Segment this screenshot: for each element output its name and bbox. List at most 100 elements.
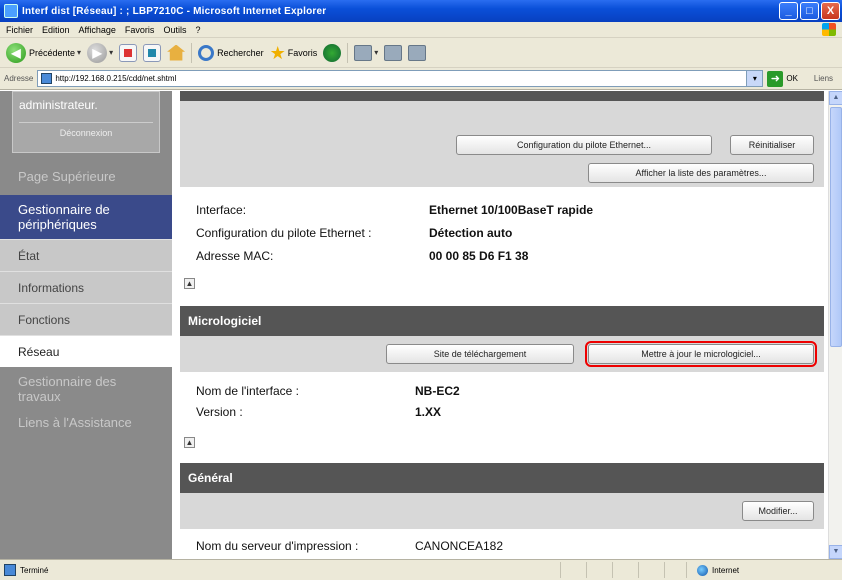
- mac-address-label: Adresse MAC:: [196, 249, 274, 263]
- up-arrow-icon[interactable]: ▲: [184, 278, 195, 289]
- menu-file[interactable]: Fichier: [6, 25, 33, 35]
- page-content: administrateur. Déconnexion Page Supérie…: [0, 91, 828, 559]
- mail-icon: [354, 44, 373, 61]
- update-firmware-button[interactable]: Mettre à jour le micrologiciel...: [585, 341, 817, 367]
- favorites-label: Favoris: [287, 47, 318, 58]
- menu-edit[interactable]: Edition: [42, 25, 70, 35]
- sidebar-item-network[interactable]: Réseau: [0, 335, 172, 367]
- back-dropdown-icon[interactable]: ▾: [77, 48, 81, 57]
- sidebar-item-top-page[interactable]: Page Supérieure: [0, 157, 172, 195]
- zone-label: Internet: [712, 565, 740, 575]
- admin-box: administrateur. Déconnexion: [12, 91, 160, 153]
- vertical-scrollbar[interactable]: ▲ ▼: [828, 91, 842, 559]
- windows-logo-icon: [822, 23, 836, 36]
- download-site-button[interactable]: Site de téléchargement: [386, 344, 574, 364]
- forward-dropdown-icon[interactable]: ▾: [109, 48, 113, 57]
- address-input[interactable]: http://192.168.0.215/cdd/net.shtml ▾: [37, 70, 764, 87]
- title-bar: Interf dist [Réseau] : ; LBP7210C - Micr…: [0, 0, 842, 22]
- status-text: Terminé: [20, 565, 49, 575]
- status-cell: [560, 562, 586, 578]
- favorites-icon: ★: [269, 42, 286, 63]
- back-button[interactable]: ◀ Précédente ▾: [6, 42, 81, 63]
- back-label: Précédente: [29, 47, 76, 58]
- status-cell: [664, 562, 686, 578]
- interface-value: Ethernet 10/100BaseT rapide: [429, 203, 594, 217]
- forward-button[interactable]: ▶ ▾: [87, 42, 113, 63]
- interface-name-value: NB-EC2: [415, 384, 460, 398]
- main-panel: Interface de réseau Configuration du pil…: [172, 91, 828, 559]
- history-button[interactable]: [323, 43, 342, 62]
- globe-icon: [697, 564, 708, 576]
- status-cell: [638, 562, 664, 578]
- mac-address-value: 00 00 85 D6 F1 38: [429, 249, 529, 263]
- scroll-thumb[interactable]: [830, 107, 842, 347]
- edit-general-button[interactable]: Modifier...: [742, 501, 814, 521]
- reset-button[interactable]: Réinitialiser: [730, 135, 814, 155]
- ie-icon: [4, 4, 18, 18]
- version-label: Version :: [196, 405, 243, 419]
- menu-tools[interactable]: Outils: [163, 25, 186, 35]
- print-icon: [384, 44, 403, 61]
- window-title: Interf dist [Réseau] : ; LBP7210C - Micr…: [22, 5, 327, 17]
- search-label: Rechercher: [217, 47, 264, 58]
- links-button[interactable]: Liens: [814, 74, 833, 83]
- menu-help[interactable]: ?: [195, 25, 200, 35]
- sidebar-item-job-manager[interactable]: Gestionnaire des travaux: [0, 367, 172, 411]
- close-button[interactable]: X: [821, 2, 840, 20]
- page-icon: [41, 73, 53, 84]
- show-params-button[interactable]: Afficher la liste des paramètres...: [588, 163, 814, 183]
- home-button[interactable]: [167, 44, 186, 61]
- sidebar-item-support-links[interactable]: Liens à l'Assistance: [0, 411, 172, 433]
- search-icon: [198, 44, 215, 61]
- admin-text: administrateur.: [19, 98, 98, 112]
- sidebar-item-device-manager[interactable]: Gestionnaire de périphériques: [0, 195, 172, 239]
- edit-button[interactable]: [408, 44, 427, 61]
- firmware-section-header: Micrologiciel: [180, 306, 824, 336]
- address-bar: Adresse http://192.168.0.215/cdd/net.sht…: [0, 68, 842, 90]
- up-arrow-icon[interactable]: ▲: [184, 437, 195, 448]
- address-dropdown-icon[interactable]: ▾: [746, 71, 763, 86]
- firmware-button-row: Site de téléchargement Mettre à jour le …: [180, 336, 824, 372]
- ethernet-config-button[interactable]: Configuration du pilote Ethernet...: [456, 135, 712, 155]
- print-button[interactable]: [384, 44, 403, 61]
- minimize-button[interactable]: _: [779, 2, 798, 20]
- menu-view[interactable]: Affichage: [79, 25, 116, 35]
- maximize-button[interactable]: □: [800, 2, 819, 20]
- sidebar-item-information[interactable]: Informations: [0, 271, 172, 303]
- edit-icon: [408, 44, 427, 61]
- refresh-button[interactable]: [143, 43, 162, 62]
- mail-dropdown-icon[interactable]: ▾: [374, 48, 378, 57]
- scroll-down-icon[interactable]: ▼: [829, 545, 842, 559]
- menu-bar: Fichier Edition Affichage Favoris Outils…: [0, 22, 842, 38]
- sidebar-item-status[interactable]: État: [0, 239, 172, 271]
- network-button-row: Configuration du pilote Ethernet... Réin…: [180, 101, 824, 187]
- sidebar-item-functions[interactable]: Fonctions: [0, 303, 172, 335]
- scroll-up-icon[interactable]: ▲: [829, 91, 842, 105]
- toolbar-separator: [191, 42, 193, 63]
- favorites-button[interactable]: ★ Favoris: [270, 44, 318, 62]
- print-server-name-value: CANONCEA182: [415, 539, 504, 553]
- ethernet-driver-value: Détection auto: [429, 226, 513, 240]
- print-server-name-label: Nom du serveur d'impression :: [196, 539, 359, 553]
- refresh-icon: [143, 43, 162, 62]
- toolbar: ◀ Précédente ▾ ▶ ▾ Rechercher ★ Favoris …: [0, 38, 842, 68]
- address-url[interactable]: http://192.168.0.215/cdd/net.shtml: [55, 74, 176, 83]
- status-cell: [586, 562, 612, 578]
- search-button[interactable]: Rechercher: [198, 44, 264, 61]
- version-value: 1.XX: [415, 405, 442, 419]
- interface-label: Interface:: [196, 203, 247, 217]
- address-label: Adresse: [4, 74, 34, 83]
- security-zone: Internet: [686, 562, 806, 578]
- history-icon: [323, 43, 342, 62]
- home-icon: [167, 44, 186, 61]
- mail-button[interactable]: ▾: [354, 44, 378, 61]
- network-section-header: Interface de réseau: [180, 91, 824, 101]
- general-button-row: Modifier...: [180, 493, 824, 529]
- stop-button[interactable]: [119, 43, 138, 62]
- stop-icon: [119, 43, 138, 62]
- ethernet-driver-label: Configuration du pilote Ethernet :: [196, 226, 372, 240]
- go-button[interactable]: ➜ OK: [767, 70, 798, 87]
- status-cell: [612, 562, 638, 578]
- menu-favorites[interactable]: Favoris: [125, 25, 155, 35]
- logout-link[interactable]: Déconnexion: [19, 122, 153, 140]
